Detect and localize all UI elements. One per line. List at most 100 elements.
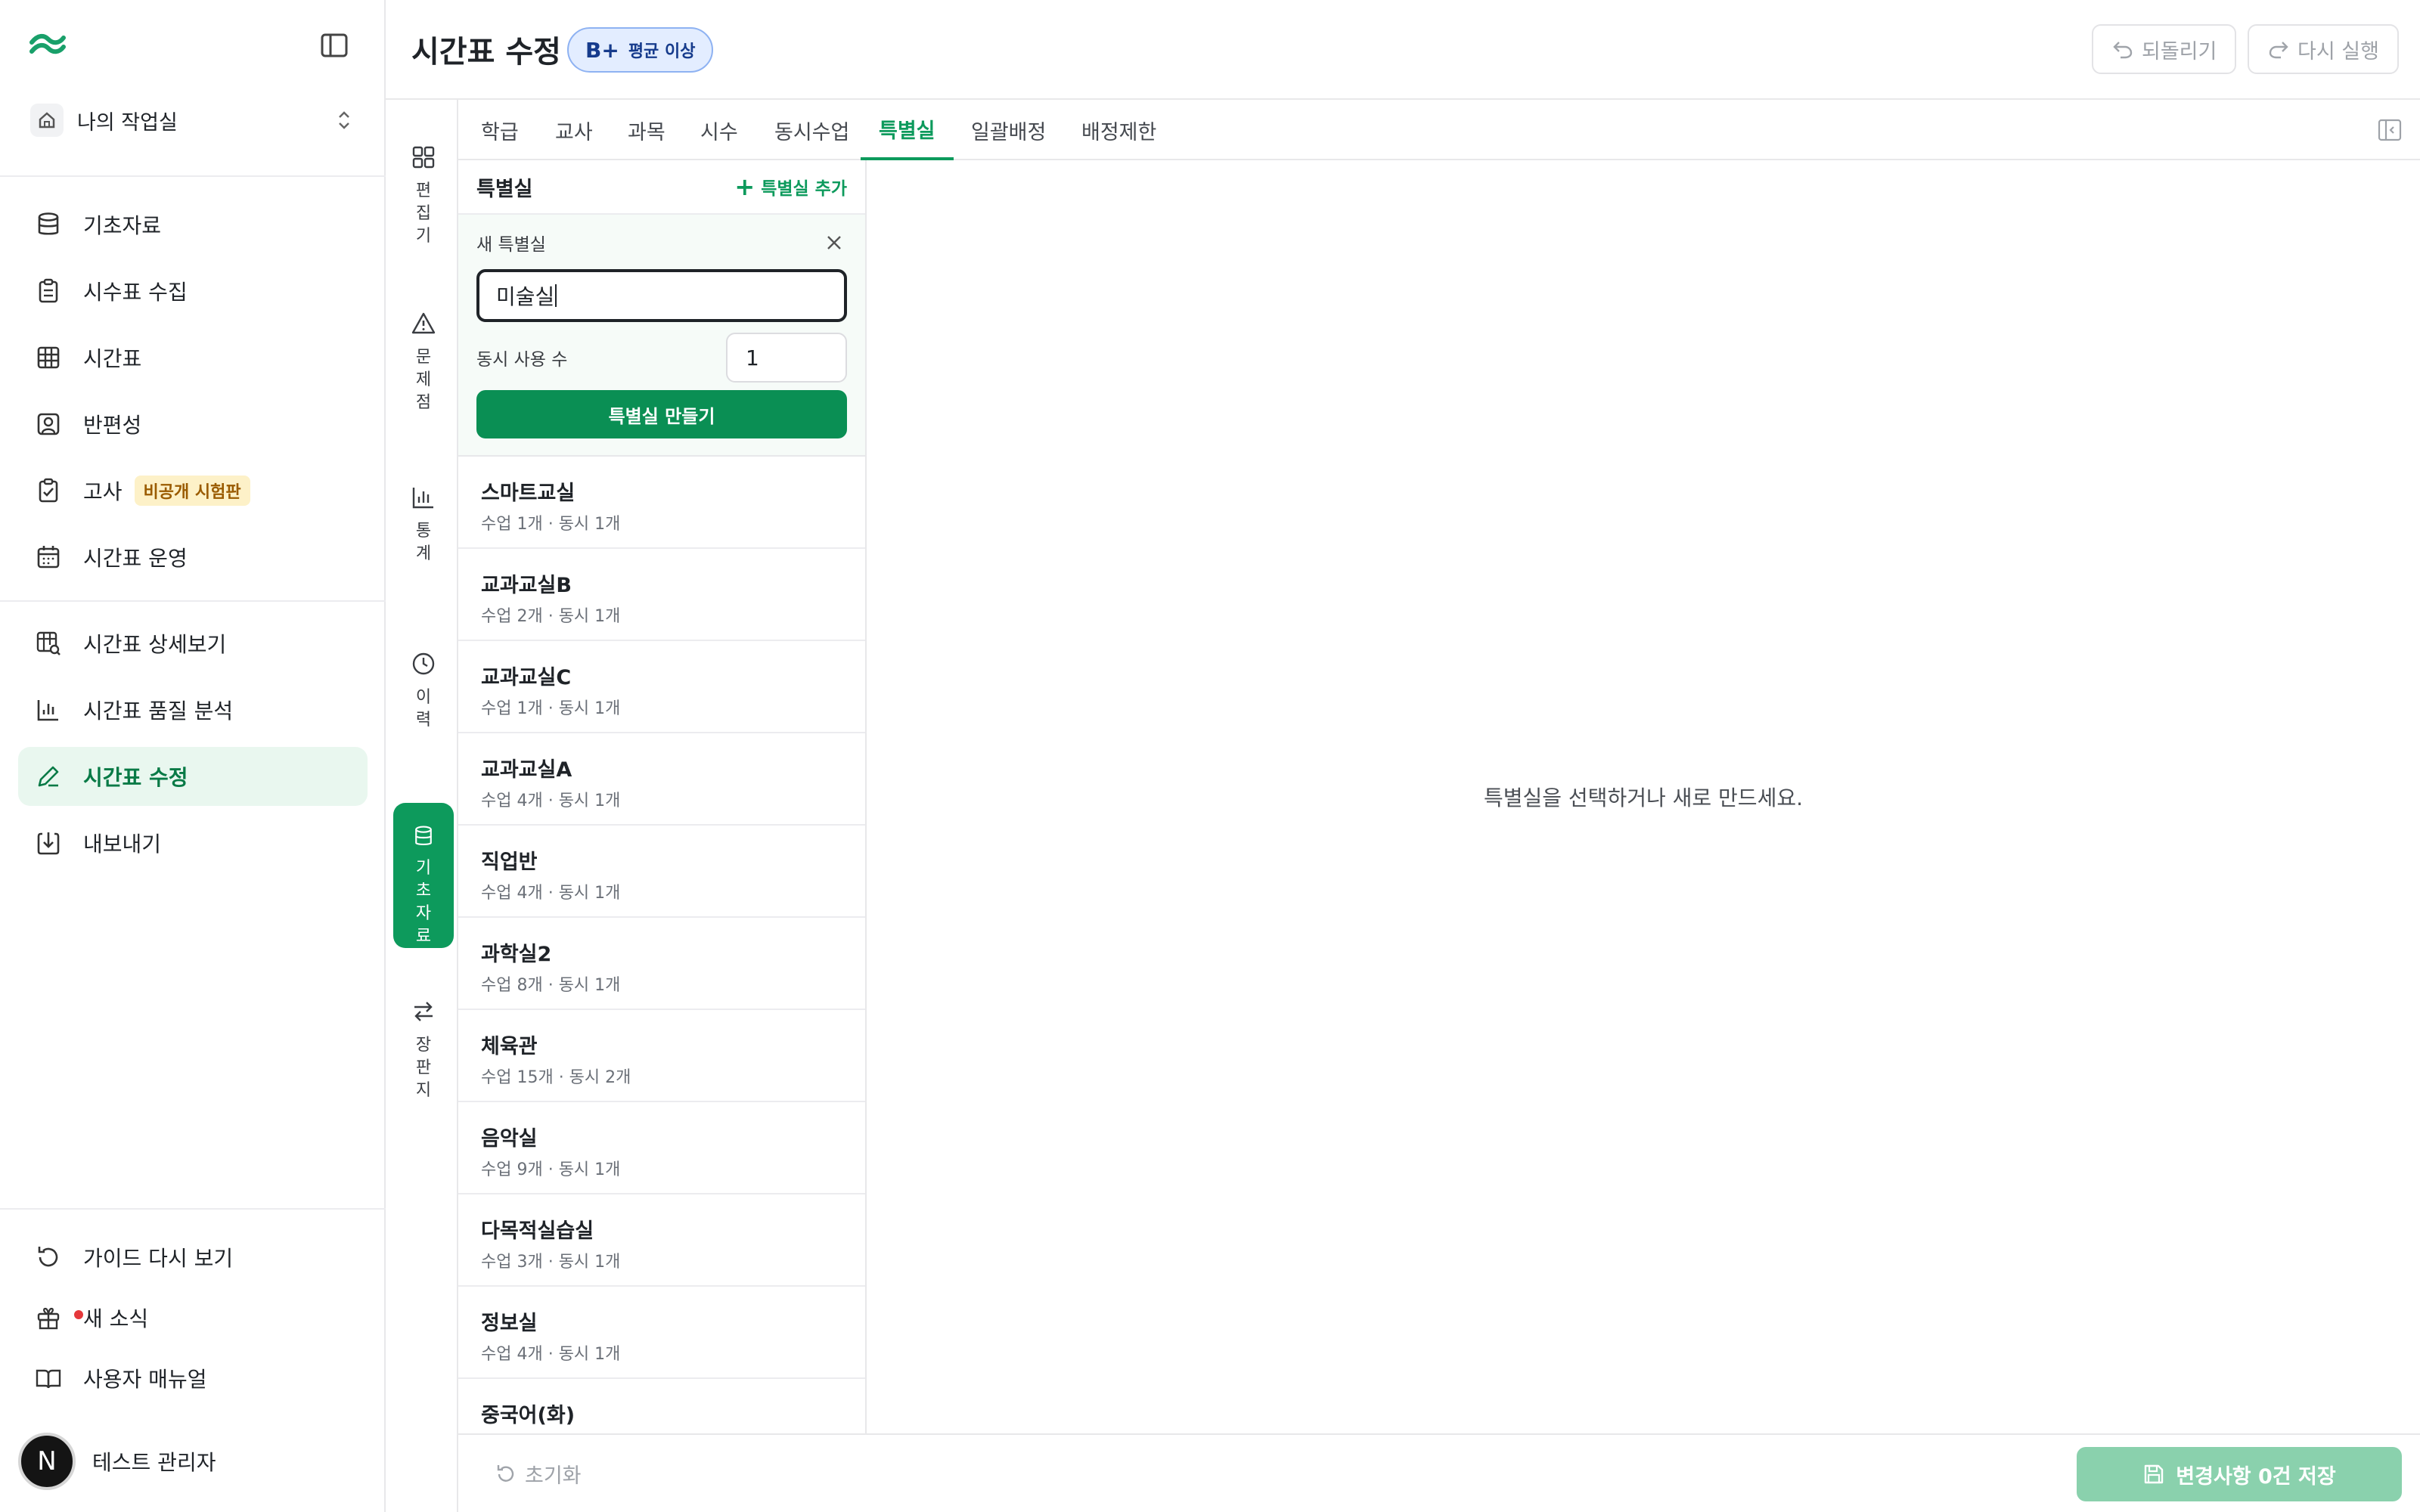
list-item[interactable]: 교과교실C 수업 1개 · 동시 1개 xyxy=(458,641,865,733)
add-special-room-button[interactable]: + 특별실 추가 xyxy=(734,174,847,200)
arrows-swap-icon xyxy=(414,1002,433,1021)
save-changes-button[interactable]: 변경사항 0건 저장 xyxy=(2077,1447,2402,1501)
nav-item-timetable-edit[interactable]: 시간표 수정 xyxy=(18,747,368,806)
form-label: 새 특별실 xyxy=(476,235,546,255)
grid-icon xyxy=(33,342,64,373)
nav-item-hours-collection[interactable]: 시수표 수집 xyxy=(18,262,368,321)
new-room-form: 새 특별실 미술실 동시 사용 수 1 특별실 만들기 xyxy=(458,215,865,457)
pen-icon xyxy=(33,761,64,792)
grade-value: B+ xyxy=(585,37,619,63)
room-name-input[interactable]: 미술실 xyxy=(476,269,847,322)
database-icon xyxy=(415,826,432,845)
tab-class[interactable]: 학급 xyxy=(463,100,537,160)
special-room-list: 특별실 + 특별실 추가 새 특별실 미술실 동시 사용 수 1 특별실 만들기… xyxy=(458,160,867,1433)
nav-item-basic-data[interactable]: 기초자료 xyxy=(18,195,368,254)
database-icon xyxy=(33,209,64,240)
empty-state-message: 특별실을 선택하거나 새로 만드세요. xyxy=(1483,785,1803,810)
nav-item-exam[interactable]: 고사 비공개 시험판 xyxy=(18,461,368,520)
book-open-icon xyxy=(33,1363,64,1393)
rail-item-editor[interactable]: 편집기 xyxy=(393,122,454,251)
list-item[interactable]: 과학실2 수업 8개 · 동시 1개 xyxy=(458,918,865,1010)
download-icon xyxy=(33,828,64,858)
redo-icon xyxy=(2269,42,2288,59)
user-square-icon xyxy=(33,409,64,439)
tab-teacher[interactable]: 교사 xyxy=(537,100,611,160)
page-header: 시간표 수정 B+ 평균 이상 되돌리기 다시 실행 xyxy=(386,0,2420,100)
clock-icon xyxy=(412,652,435,675)
quality-grade-badge[interactable]: B+ 평균 이상 xyxy=(567,27,714,73)
list-header: 특별실 + 특별실 추가 xyxy=(458,160,865,215)
rotate-ccw-icon xyxy=(497,1464,514,1482)
nav-item-news[interactable]: 새 소식 xyxy=(18,1288,368,1347)
rail-item-basic-data[interactable]: 기초자료 xyxy=(393,803,454,948)
page-title: 시간표 수정 xyxy=(411,35,561,70)
nav-item-manual[interactable]: 사용자 매뉴얼 xyxy=(18,1349,368,1408)
text-caret xyxy=(555,284,557,307)
editor-rail: 편집기 문제점 통계 이력 기초자료 장판지 xyxy=(386,100,458,1512)
tab-bulk-assign[interactable]: 일괄배정 xyxy=(953,100,1064,160)
create-room-button[interactable]: 특별실 만들기 xyxy=(476,390,847,438)
bar-chart-icon xyxy=(33,695,64,725)
nav-item-export[interactable]: 내보내기 xyxy=(18,813,368,872)
layout-grid-icon xyxy=(412,146,435,169)
list-title: 특별실 xyxy=(476,177,533,201)
undo-icon xyxy=(2113,42,2133,59)
gift-icon xyxy=(33,1303,85,1333)
data-tabs: 학급 교사 과목 시수 동시수업 특별실 일괄배정 배정제한 xyxy=(458,100,2420,160)
save-icon xyxy=(2145,1464,2164,1484)
rotate-ccw-icon xyxy=(33,1242,64,1272)
list-item[interactable]: 정보실 수업 4개 · 동시 1개 xyxy=(458,1287,865,1379)
close-icon[interactable] xyxy=(823,231,845,254)
user-menu[interactable]: N 테스트 관리자 xyxy=(18,1430,368,1492)
clipboard-list-icon xyxy=(33,276,64,306)
rail-item-history[interactable]: 이력 xyxy=(393,629,454,735)
rail-item-stats[interactable]: 통계 xyxy=(393,463,454,569)
grid-search-icon xyxy=(33,628,64,658)
tab-concurrent[interactable]: 동시수업 xyxy=(756,100,867,160)
list-item[interactable]: 체육관 수업 15개 · 동시 2개 xyxy=(458,1010,865,1102)
list-item[interactable]: 음악실 수업 9개 · 동시 1개 xyxy=(458,1102,865,1194)
workspace-label: 나의 작업실 xyxy=(77,110,178,135)
sidebar: 나의 작업실 기초자료 시수표 수집 시간표 반편성 고사 비공개 시험판 시간… xyxy=(0,0,386,1512)
redo-button[interactable]: 다시 실행 xyxy=(2248,24,2399,74)
nav-item-timetable-detail[interactable]: 시간표 상세보기 xyxy=(18,614,368,673)
sidebar-toggle-icon[interactable] xyxy=(319,30,357,60)
editor-footer: 초기화 변경사항 0건 저장 xyxy=(458,1433,2420,1512)
rail-item-board[interactable]: 장판지 xyxy=(393,977,454,1105)
alert-triangle-icon xyxy=(411,312,436,334)
list-item[interactable]: 교과교실B 수업 2개 · 동시 1개 xyxy=(458,549,865,641)
calendar-icon xyxy=(33,542,64,572)
list-item[interactable]: 다목적실습실 수업 3개 · 동시 1개 xyxy=(458,1194,865,1287)
nav-item-guide[interactable]: 가이드 다시 보기 xyxy=(18,1228,368,1287)
beta-badge: 비공개 시험판 xyxy=(134,476,250,506)
reset-button[interactable]: 초기화 xyxy=(495,1459,582,1489)
home-icon xyxy=(30,104,64,137)
bar-chart-icon xyxy=(412,488,433,509)
nav-item-timetable[interactable]: 시간표 xyxy=(18,328,368,387)
tab-hours[interactable]: 시수 xyxy=(682,100,756,160)
concurrent-label: 동시 사용 수 xyxy=(476,350,568,370)
nav-item-timetable-operation[interactable]: 시간표 운영 xyxy=(18,528,368,587)
tab-subject[interactable]: 과목 xyxy=(610,100,684,160)
user-name: 테스트 관리자 xyxy=(92,1450,216,1475)
logo-icon[interactable] xyxy=(29,30,67,60)
nav-item-quality-analysis[interactable]: 시간표 품질 분석 xyxy=(18,680,368,739)
undo-button[interactable]: 되돌리기 xyxy=(2092,24,2237,74)
chevron-up-down-icon xyxy=(339,111,349,129)
concurrent-count-input[interactable]: 1 xyxy=(726,333,847,383)
list-item[interactable]: 스마트교실 수업 1개 · 동시 1개 xyxy=(458,457,865,549)
divider xyxy=(0,1208,386,1210)
panel-collapse-icon[interactable] xyxy=(2376,116,2403,144)
clipboard-check-icon xyxy=(33,476,64,506)
nav-item-class-assignment[interactable]: 반편성 xyxy=(18,395,368,454)
rail-item-issues[interactable]: 문제점 xyxy=(393,289,454,417)
divider xyxy=(0,175,386,177)
tab-assign-limit[interactable]: 배정제한 xyxy=(1063,100,1174,160)
list-item[interactable]: 직업반 수업 4개 · 동시 1개 xyxy=(458,826,865,918)
tab-special-room[interactable]: 특별실 xyxy=(861,100,954,160)
workspace-selector[interactable]: 나의 작업실 xyxy=(18,97,368,144)
avatar: N xyxy=(18,1433,76,1490)
list-item[interactable]: 중국어(화) xyxy=(458,1379,865,1433)
list-item[interactable]: 교과교실A 수업 4개 · 동시 1개 xyxy=(458,733,865,826)
divider xyxy=(0,600,386,602)
